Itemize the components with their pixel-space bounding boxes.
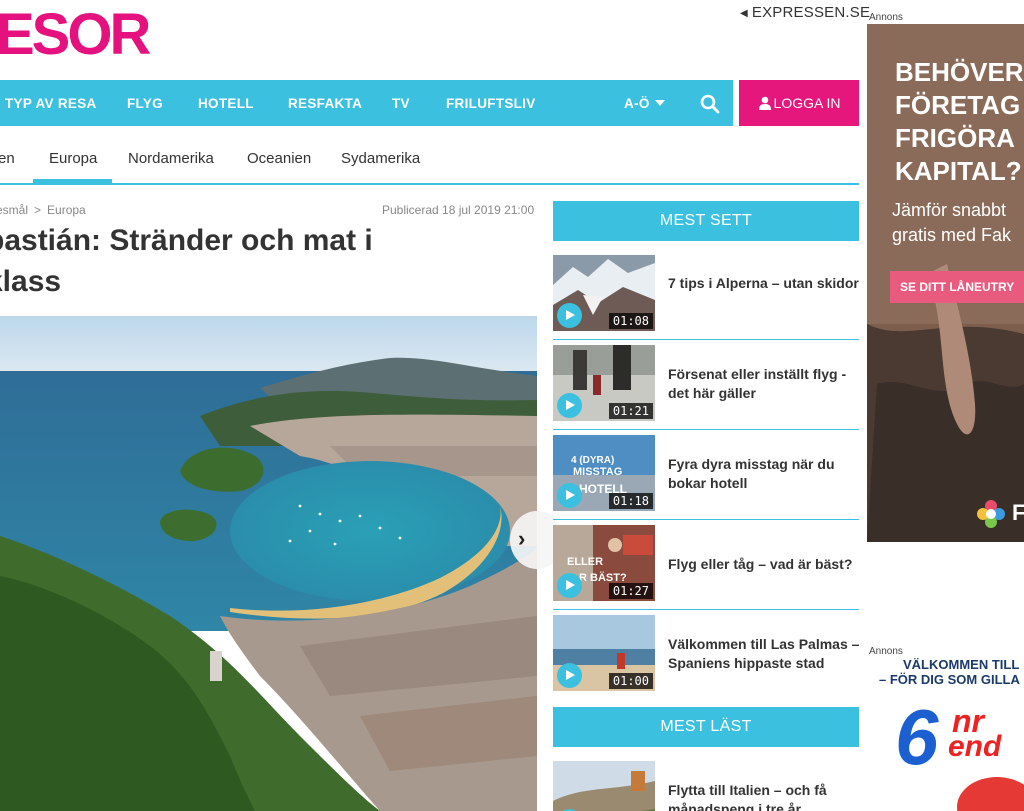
ad-cta-button[interactable]: SE DITT LÅNEUTRY: [890, 271, 1024, 303]
video-thumbnail: 01:00: [553, 615, 655, 691]
ad-label: Annons: [869, 12, 903, 23]
subnav-item-en[interactable]: en: [0, 150, 15, 167]
play-icon: [557, 393, 582, 418]
nav-item-friluftsliv[interactable]: FRILUFTSLIV: [446, 80, 536, 126]
video-item[interactable]: 01:00 Välkommen till Las Palmas – Spanie…: [553, 615, 859, 705]
ad-label: Annons: [869, 646, 903, 657]
video-title[interactable]: Försenat eller inställt flyg - det här g…: [668, 365, 860, 403]
video-title[interactable]: Välkommen till Las Palmas – Spaniens hip…: [668, 635, 860, 673]
active-tab-indicator: [33, 179, 112, 185]
breadcrumb-item[interactable]: esmål: [0, 203, 28, 217]
expressen-link-label: EXPRESSEN.SE: [751, 4, 871, 21]
nav-item-resfakta[interactable]: RESFAKTA: [288, 80, 362, 126]
site-logo[interactable]: ESOR: [0, 2, 151, 68]
ad2-big-number: 6: [895, 693, 939, 781]
video-thumbnail: 4 (DYRA) MISSTAG HOTELL 01:18: [553, 435, 655, 511]
most-viewed-heading: MEST SETT: [553, 201, 859, 241]
ad-subtext-line: Jämför snabbt: [892, 200, 1007, 220]
san-sebastian-aerial-photo: [0, 316, 537, 811]
ad-headline-line: FRIGÖRA: [895, 123, 1015, 153]
divider: [553, 339, 859, 340]
video-item[interactable]: 01:08 7 tips i Alperna – utan skidor: [553, 255, 859, 345]
nav-item-flyg[interactable]: FLYG: [127, 80, 163, 126]
subnav-item-sydamerika[interactable]: Sydamerika: [341, 150, 420, 167]
play-icon: [557, 303, 582, 328]
page: ESOR ◀ EXPRESSEN.SE TYP AV RESA FLYG HOTE…: [0, 0, 1024, 811]
ad-subtext-line: gratis med Fak: [892, 225, 1012, 245]
video-duration: 01:27: [608, 583, 653, 599]
publish-date: Publicerad 18 jul 2019 21:00: [382, 203, 535, 217]
most-read-heading: MEST LÄST: [553, 707, 859, 747]
video-item[interactable]: 01:21 Försenat eller inställt flyg - det…: [553, 345, 859, 435]
video-title[interactable]: Fyra dyra misstag när du bokar hotell: [668, 455, 860, 493]
video-item[interactable]: 4 (DYRA) MISSTAG HOTELL 01:18 Fyra dyra …: [553, 435, 859, 525]
breadcrumb: esmål > Europa: [0, 203, 86, 217]
subnav-item-oceanien[interactable]: Oceanien: [247, 150, 311, 167]
caret-down-icon: [654, 100, 665, 106]
nav-item-a-o-label: A-Ö: [624, 96, 650, 111]
play-icon: [557, 663, 582, 688]
video-duration: 01:18: [608, 493, 653, 509]
hero-image[interactable]: [0, 316, 537, 811]
thumb-text: 4 (DYRA): [571, 455, 614, 466]
nav-item-a-o[interactable]: A-Ö: [624, 80, 665, 126]
video-title[interactable]: Flyg eller tåg – vad är bäst?: [668, 555, 860, 574]
headline-line: bastián: Stränder och mat i: [0, 224, 373, 257]
video-thumbnail: 01:08: [553, 255, 655, 331]
thumb-text: MISSTAG: [573, 466, 622, 478]
main-nav: TYP AV RESA FLYG HOTELL RESFAKTA TV FRIL…: [0, 80, 733, 126]
divider: [553, 429, 859, 430]
ad-banner[interactable]: VÄLKOMMEN TILL – FÖR DIG SOM GILLA 6 nr …: [867, 657, 1024, 811]
ad-headline-line: FÖRETAG: [895, 90, 1021, 120]
nav-item-typ-av-resa[interactable]: TYP AV RESA: [5, 80, 97, 126]
nav-item-hotell[interactable]: HOTELL: [198, 80, 254, 126]
headline-line: klass: [0, 265, 62, 298]
video-duration: 01:00: [608, 673, 653, 689]
video-title[interactable]: 7 tips i Alperna – utan skidor: [668, 274, 860, 293]
search-icon[interactable]: [700, 94, 720, 114]
ad2-word-line: end: [948, 730, 1002, 763]
article-headline: bastián: Stränder och mat i klass: [0, 220, 536, 302]
thumb-text: ELLER: [567, 556, 603, 568]
video-thumbnail: ELLER R BÄST? 01:27: [553, 525, 655, 601]
article-title[interactable]: Flytta till Italien – och få månadspeng …: [668, 781, 860, 811]
video-item[interactable]: ELLER R BÄST? 01:27 Flyg eller tåg – vad…: [553, 525, 859, 615]
nav-item-tv[interactable]: TV: [392, 80, 410, 126]
subnav-item-europa[interactable]: Europa: [49, 150, 97, 167]
login-label: LOGGA IN: [773, 95, 841, 111]
ad-subtext: Jämför snabbt gratis med Fak: [892, 198, 1011, 248]
subnav-item-nordamerika[interactable]: Nordamerika: [128, 150, 214, 167]
divider: [553, 519, 859, 520]
region-subnav: en Europa Nordamerika Oceanien Sydamerik…: [0, 132, 859, 185]
ad2-word: nr end: [948, 703, 1001, 764]
ad-headline-line: KAPITAL?: [895, 156, 1022, 186]
login-button[interactable]: LOGGA IN: [739, 80, 859, 126]
user-icon: [758, 96, 771, 110]
chevron-left-icon: ◀: [740, 8, 748, 19]
ad-brand-letter: F: [1012, 500, 1024, 525]
italy-thumbnail-image: [553, 761, 655, 811]
play-icon: [557, 573, 582, 598]
ad-headline: BEHÖVER FÖRETAG FRIGÖRA KAPITAL?: [895, 56, 1024, 188]
divider: [553, 609, 859, 610]
breadcrumb-item[interactable]: Europa: [47, 203, 86, 217]
video-duration: 01:08: [608, 313, 653, 329]
ad-headline-line: BEHÖVER: [895, 57, 1024, 87]
expressen-link[interactable]: ◀ EXPRESSEN.SE: [740, 4, 870, 21]
video-duration: 01:21: [608, 403, 653, 419]
ad-banner[interactable]: BEHÖVER FÖRETAG FRIGÖRA KAPITAL? Jämför …: [867, 24, 1024, 542]
video-thumbnail: 01:21: [553, 345, 655, 421]
most-read-item[interactable]: Flytta till Italien – och få månadspeng …: [553, 761, 859, 811]
article-thumbnail: [553, 761, 655, 811]
play-icon: [557, 483, 582, 508]
ad-brand-logo-icon: [977, 500, 1005, 528]
breadcrumb-separator: >: [34, 203, 42, 217]
chevron-right-icon: ›: [518, 526, 526, 551]
